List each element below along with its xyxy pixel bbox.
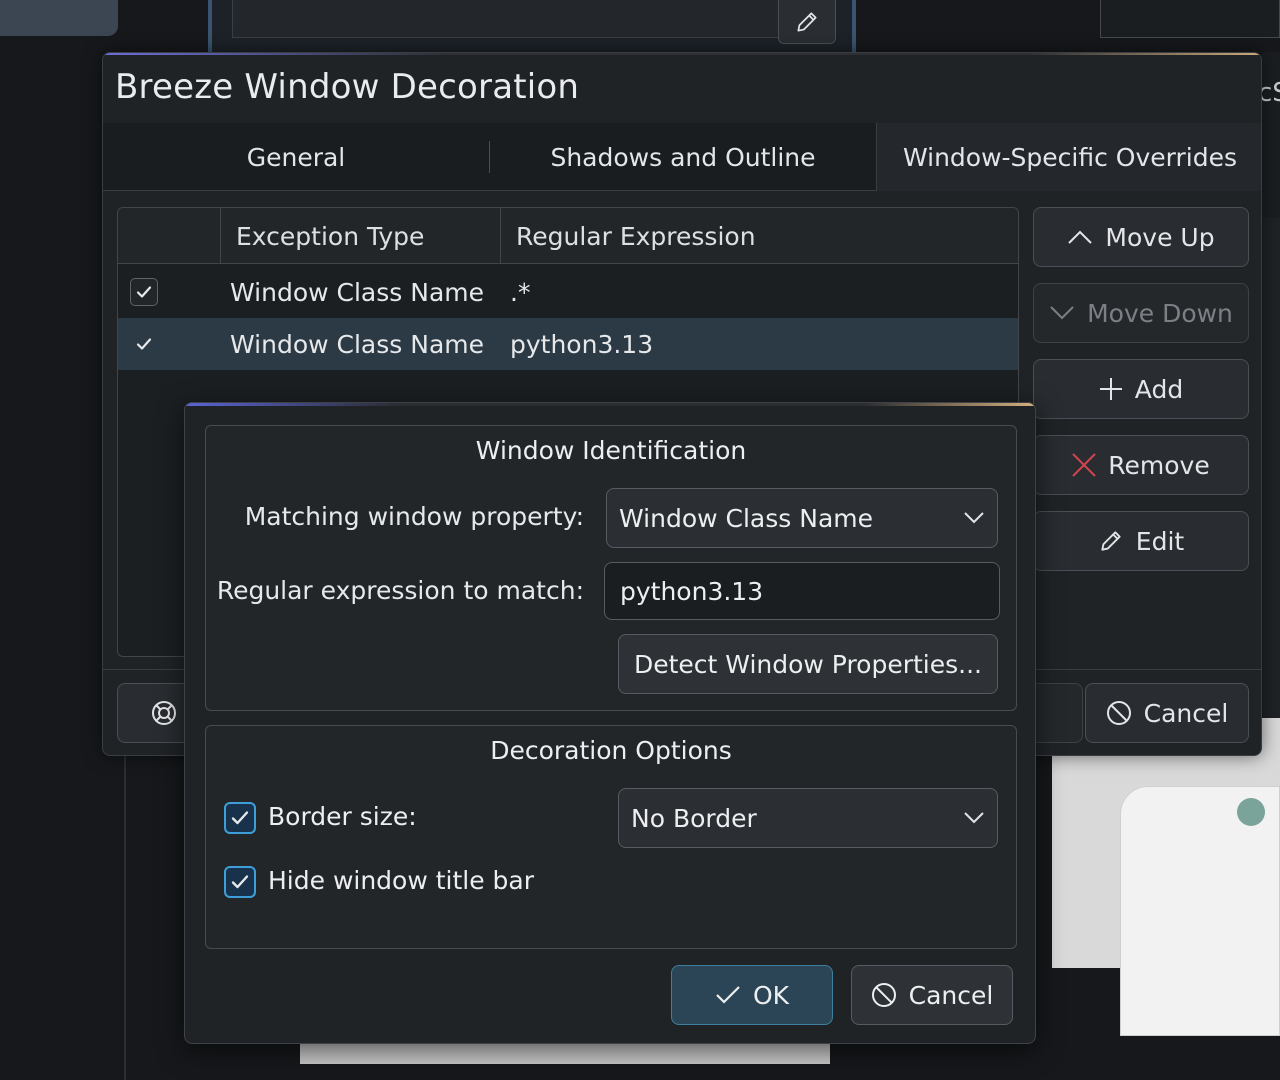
regex-input[interactable]: python3.13 <box>604 562 1000 620</box>
column-separator <box>500 208 501 264</box>
checkmark-icon <box>716 986 740 1004</box>
row-regular-expression: .* <box>510 277 531 307</box>
ok-label: OK <box>752 980 790 1010</box>
row-enabled-checkbox[interactable] <box>130 330 158 358</box>
remove-label: Remove <box>1108 450 1210 480</box>
cancel-icon <box>1106 701 1131 725</box>
checkmark-icon <box>136 338 152 350</box>
table-row[interactable]: Window Class Name .* <box>118 266 1018 318</box>
column-header-exception-type[interactable]: Exception Type <box>236 208 424 264</box>
column-separator <box>220 208 221 264</box>
edit-label: Edit <box>1135 526 1185 556</box>
detect-window-properties-button[interactable]: Detect Window Properties... <box>618 634 998 694</box>
matching-property-combobox[interactable]: Window Class Name <box>606 488 998 548</box>
chevron-down-icon <box>964 512 984 524</box>
background-divider <box>124 740 126 1080</box>
close-icon <box>1072 453 1096 477</box>
pencil-icon <box>1101 531 1121 551</box>
hide-title-bar-label[interactable]: Hide window title bar <box>268 866 534 895</box>
window-title: Breeze Window Decoration <box>115 67 580 107</box>
row-exception-type: Window Class Name <box>230 277 484 307</box>
window-cancel-button[interactable]: Cancel <box>1085 683 1249 743</box>
tab-general[interactable]: General <box>103 123 489 191</box>
table-row-selected[interactable]: Window Class Name python3.13 <box>118 318 1018 370</box>
hide-title-bar-checkbox[interactable] <box>224 866 256 898</box>
chevron-up-icon <box>1068 230 1093 244</box>
background-edit-button <box>778 0 836 44</box>
checkmark-icon <box>231 875 249 889</box>
group-title: Decoration Options <box>490 736 732 765</box>
regex-label: Regular expression to match: <box>216 576 584 605</box>
window-rule-dialog: Window Identification Matching window pr… <box>184 402 1036 1044</box>
background-window-edge <box>1262 52 1280 218</box>
background-text-field <box>232 0 780 38</box>
border-size-combobox[interactable]: No Border <box>618 788 998 848</box>
dialog-cancel-label: Cancel <box>908 980 994 1010</box>
row-exception-type: Window Class Name <box>230 329 484 359</box>
background-panel-fragment <box>0 0 118 36</box>
help-lifebuoy-icon <box>152 701 176 725</box>
add-label: Add <box>1134 374 1184 404</box>
tab-shadows-and-outline[interactable]: Shadows and Outline <box>490 123 876 191</box>
checkmark-icon <box>231 811 249 825</box>
column-header-regular-expression[interactable]: Regular Expression <box>516 208 756 264</box>
window-identification-group: Window Identification Matching window pr… <box>205 425 1017 711</box>
pencil-icon <box>797 11 817 32</box>
border-size-value: No Border <box>631 803 757 833</box>
background-status-dot <box>1237 798 1265 826</box>
matching-property-label: Matching window property: <box>244 502 584 531</box>
move-down-button[interactable]: Move Down <box>1033 283 1249 343</box>
table-header: Exception Type Regular Expression <box>118 208 1018 264</box>
tab-window-specific-overrides[interactable]: Window-Specific Overrides <box>876 123 1261 191</box>
chevron-down-icon <box>964 812 984 824</box>
matching-property-value: Window Class Name <box>619 503 873 533</box>
dialog-cancel-button[interactable]: Cancel <box>851 965 1013 1025</box>
window-cancel-label: Cancel <box>1143 698 1229 728</box>
tab-bar: General Shadows and Outline Window-Speci… <box>103 123 1261 191</box>
plus-icon <box>1099 378 1122 400</box>
move-down-label: Move Down <box>1087 298 1233 328</box>
row-enabled-checkbox[interactable] <box>130 278 158 306</box>
cancel-icon <box>871 983 896 1007</box>
checkmark-icon <box>136 286 152 298</box>
border-size-checkbox[interactable] <box>224 802 256 834</box>
decoration-options-group: Decoration Options Border size: No Borde… <box>205 725 1017 949</box>
chevron-down-icon <box>1050 306 1074 320</box>
ok-button[interactable]: OK <box>671 965 833 1025</box>
move-up-label: Move Up <box>1105 222 1215 252</box>
remove-button[interactable]: Remove <box>1033 435 1249 495</box>
row-regular-expression: python3.13 <box>510 329 654 359</box>
group-title: Window Identification <box>475 436 747 465</box>
add-button[interactable]: Add <box>1033 359 1249 419</box>
border-size-label[interactable]: Border size: <box>268 802 417 831</box>
move-up-button[interactable]: Move Up <box>1033 207 1249 267</box>
edit-button[interactable]: Edit <box>1033 511 1249 571</box>
background-box <box>1100 0 1280 38</box>
